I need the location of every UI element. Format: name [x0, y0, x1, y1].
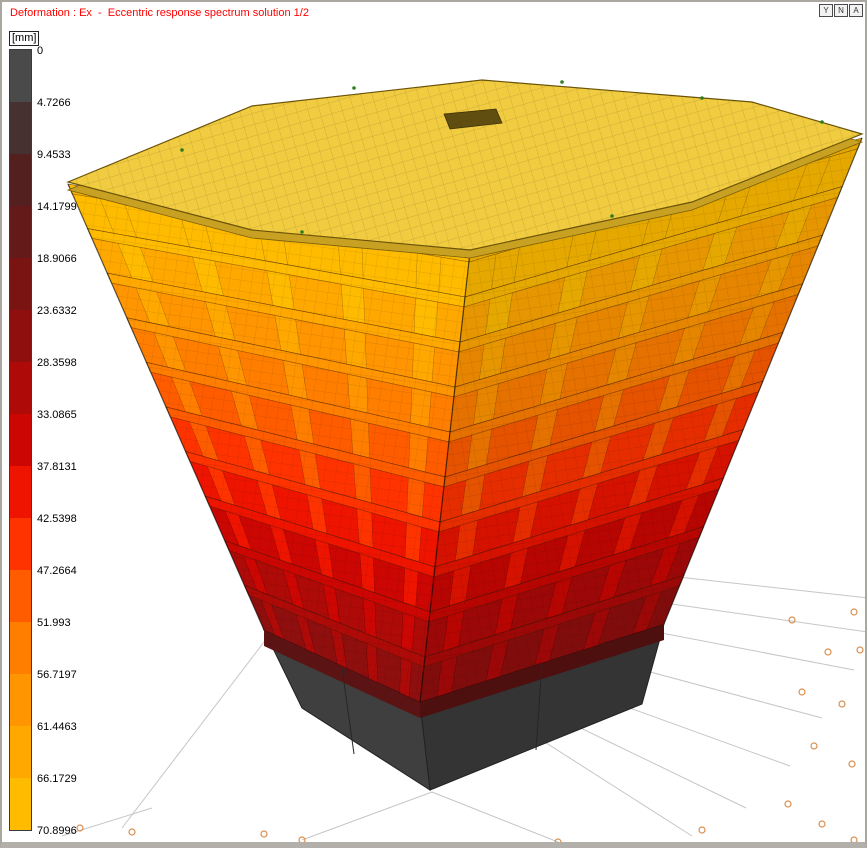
legend-value: 51.993: [37, 617, 71, 629]
legend-segment: [10, 518, 31, 570]
legend-segment: [10, 102, 31, 154]
legend-color-bar: [9, 49, 32, 831]
legend-segment: [10, 778, 31, 830]
legend-value: 37.8131: [37, 461, 77, 473]
legend-segment: [10, 154, 31, 206]
support-node: [555, 839, 561, 845]
view-buttons: YNA: [819, 4, 863, 17]
viewport-window: Deformation : Ex - Eccentric response sp…: [0, 0, 867, 848]
legend-segment: [10, 362, 31, 414]
legend-value: 70.8996: [37, 825, 77, 837]
support-node: [419, 843, 425, 848]
support-node: [789, 617, 795, 623]
support-node: [857, 647, 863, 653]
support-node: [699, 827, 705, 833]
deformed-building-model: [62, 80, 867, 848]
support-node: [811, 743, 817, 749]
legend-unit-label: [mm]: [9, 31, 39, 46]
view-title: Deformation : Ex - Eccentric response sp…: [10, 7, 309, 19]
legend-segment: [10, 258, 31, 310]
legend-value: 18.9066: [37, 253, 77, 265]
support-node: [825, 649, 831, 655]
legend-segment: [10, 570, 31, 622]
model-3d-view[interactable]: [2, 2, 867, 848]
legend-segment: [10, 622, 31, 674]
view-control-y-button[interactable]: Y: [819, 4, 833, 17]
legend-value: 28.3598: [37, 357, 77, 369]
legend-value: 9.4533: [37, 149, 71, 161]
legend-segment: [10, 50, 31, 102]
legend-segment: [10, 674, 31, 726]
legend-body: 04.72669.453314.179918.906623.633228.359…: [9, 49, 39, 831]
color-legend: [mm] 04.72669.453314.179918.906623.63322…: [9, 28, 39, 831]
legend-value: 66.1729: [37, 773, 77, 785]
support-node: [785, 801, 791, 807]
legend-value: 56.7197: [37, 669, 77, 681]
support-node: [851, 609, 857, 615]
support-node: [261, 831, 267, 837]
legend-segment: [10, 726, 31, 778]
legend-segment: [10, 466, 31, 518]
support-node: [851, 837, 857, 843]
legend-value: 4.7266: [37, 97, 71, 109]
legend-value: 33.0865: [37, 409, 77, 421]
legend-value: 14.1799: [37, 201, 77, 213]
support-node: [849, 761, 855, 767]
legend-value: 47.2664: [37, 565, 77, 577]
legend-segment: [10, 310, 31, 362]
view-control-a-button[interactable]: A: [849, 4, 863, 17]
legend-segment: [10, 414, 31, 466]
support-node: [839, 701, 845, 707]
support-node: [799, 689, 805, 695]
view-control-n-button[interactable]: N: [834, 4, 848, 17]
legend-segment: [10, 206, 31, 258]
support-node: [819, 821, 825, 827]
legend-value: 61.4463: [37, 721, 77, 733]
legend-value: 0: [37, 45, 43, 57]
legend-value: 42.5398: [37, 513, 77, 525]
legend-value: 23.6332: [37, 305, 77, 317]
support-node: [129, 829, 135, 835]
